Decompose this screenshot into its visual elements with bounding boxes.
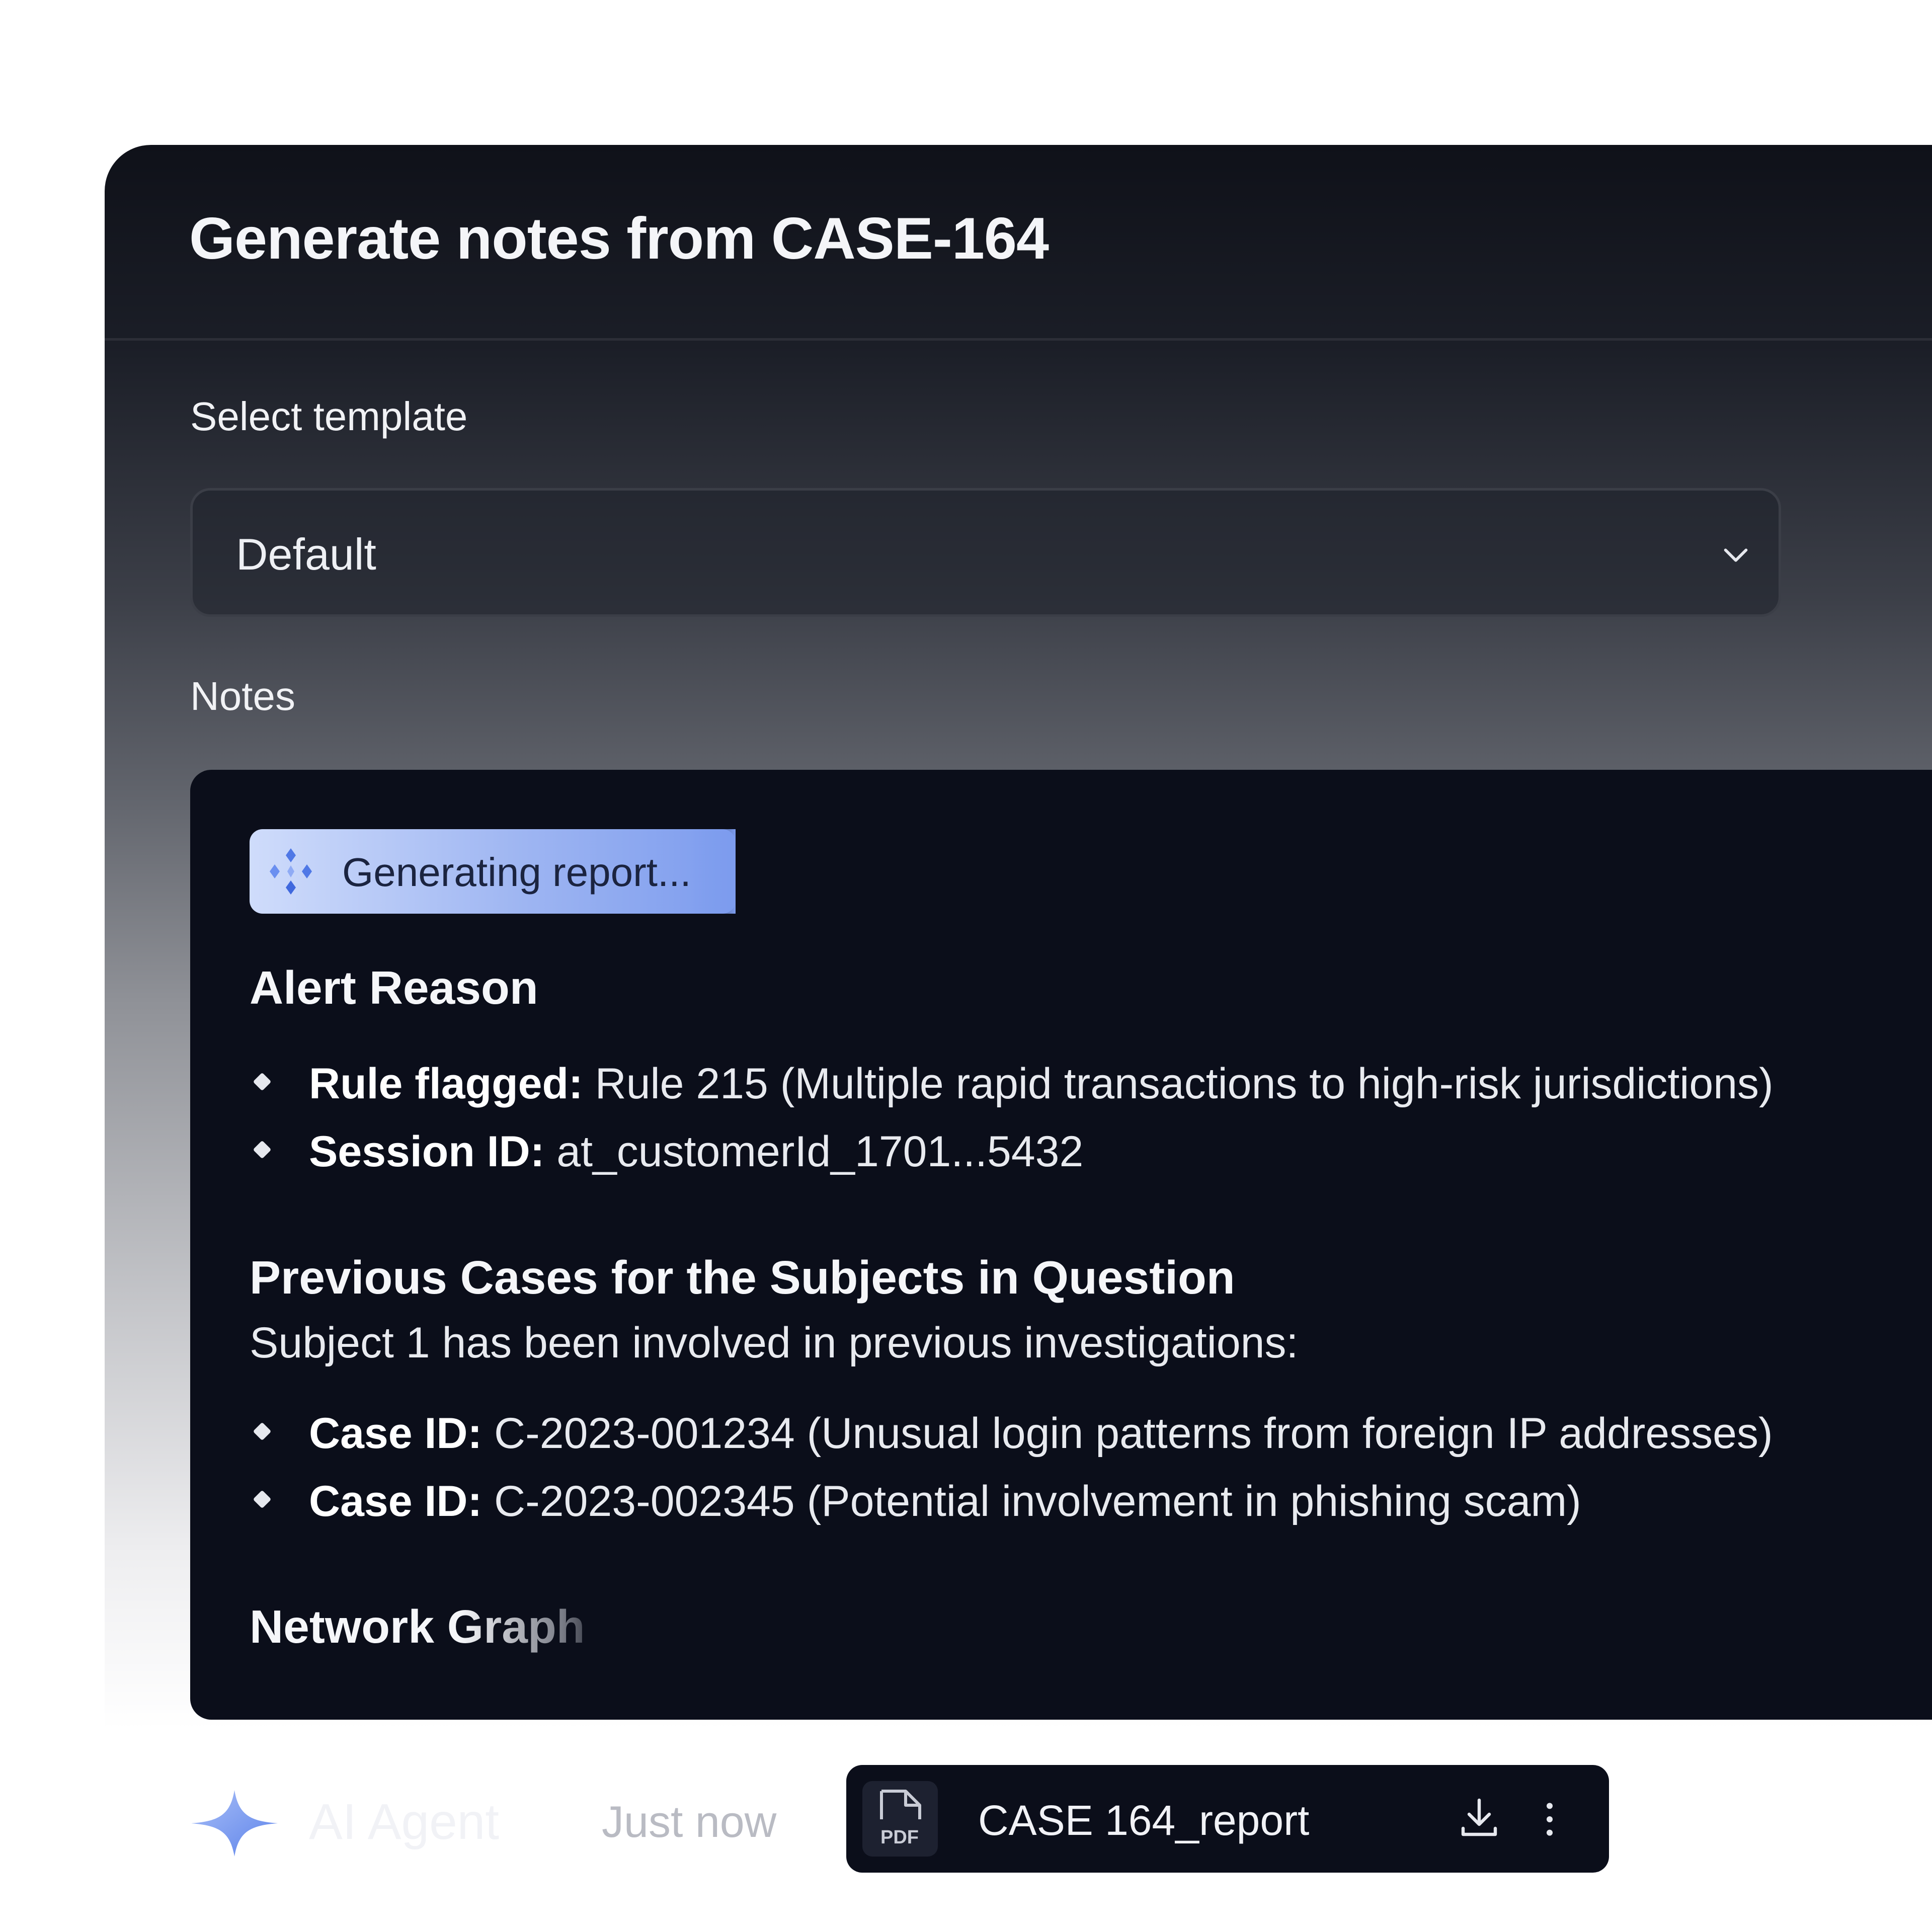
status-fade xyxy=(690,829,736,914)
sparkle-icon xyxy=(191,1790,278,1857)
select-template-label: Select template xyxy=(190,394,468,439)
panel-header: Generate notes from CASE-164 xyxy=(105,145,1932,341)
more-vertical-icon[interactable] xyxy=(1541,1799,1559,1839)
pdf-type-label: PDF xyxy=(880,1827,919,1848)
message-footer: AI Agent Just now PDF CASE 164_report xyxy=(0,1751,1932,1882)
notes-label: Notes xyxy=(190,674,295,718)
chevron-down-icon[interactable] xyxy=(1718,537,1753,572)
generating-status-badge: Generating report... xyxy=(250,829,736,914)
file-attachment[interactable]: PDF CASE 164_report xyxy=(846,1765,1609,1873)
network-graph-heading: Network Graph xyxy=(250,1600,585,1653)
download-icon[interactable] xyxy=(1455,1794,1503,1842)
notes-content[interactable]: Generating report... Alert Reason Rule f… xyxy=(190,770,1932,1720)
generating-status-text: Generating report... xyxy=(342,850,691,895)
rule-flagged-label: Rule flagged: xyxy=(309,1060,583,1108)
case-id-value: C-2023-002345 (Potential involvement in … xyxy=(482,1477,1581,1525)
session-id-label: Session ID: xyxy=(309,1128,545,1176)
panel-title: Generate notes from CASE-164 xyxy=(189,205,1049,271)
alert-reason-heading: Alert Reason xyxy=(250,961,538,1014)
template-select-value: Default xyxy=(236,529,376,579)
case-id-label: Case ID: xyxy=(309,1409,482,1458)
message-timestamp: Just now xyxy=(602,1797,777,1846)
bullet-diamond xyxy=(253,1490,272,1509)
case-id-value: C-2023-001234 (Unusual login patterns fr… xyxy=(482,1409,1773,1458)
file-name: CASE 164_report xyxy=(978,1797,1310,1844)
previous-cases-heading: Previous Cases for the Subjects in Quest… xyxy=(250,1251,1235,1304)
bullet-diamond xyxy=(253,1072,272,1091)
case-id-label: Case ID: xyxy=(309,1477,482,1525)
session-id-value: at_customerId_1701...5432 xyxy=(544,1128,1084,1176)
rule-flagged-value: Rule 215 (Multiple rapid transactions to… xyxy=(583,1060,1774,1108)
previous-cases-intro: Subject 1 has been involved in previous … xyxy=(250,1319,1299,1367)
agent-name: AI Agent xyxy=(309,1794,500,1850)
bullet-diamond xyxy=(253,1422,272,1441)
sparkle-cluster-icon xyxy=(270,848,312,895)
template-select[interactable]: Default xyxy=(190,488,1781,617)
bullet-diamond xyxy=(253,1140,272,1159)
pdf-file-icon: PDF xyxy=(862,1781,938,1857)
